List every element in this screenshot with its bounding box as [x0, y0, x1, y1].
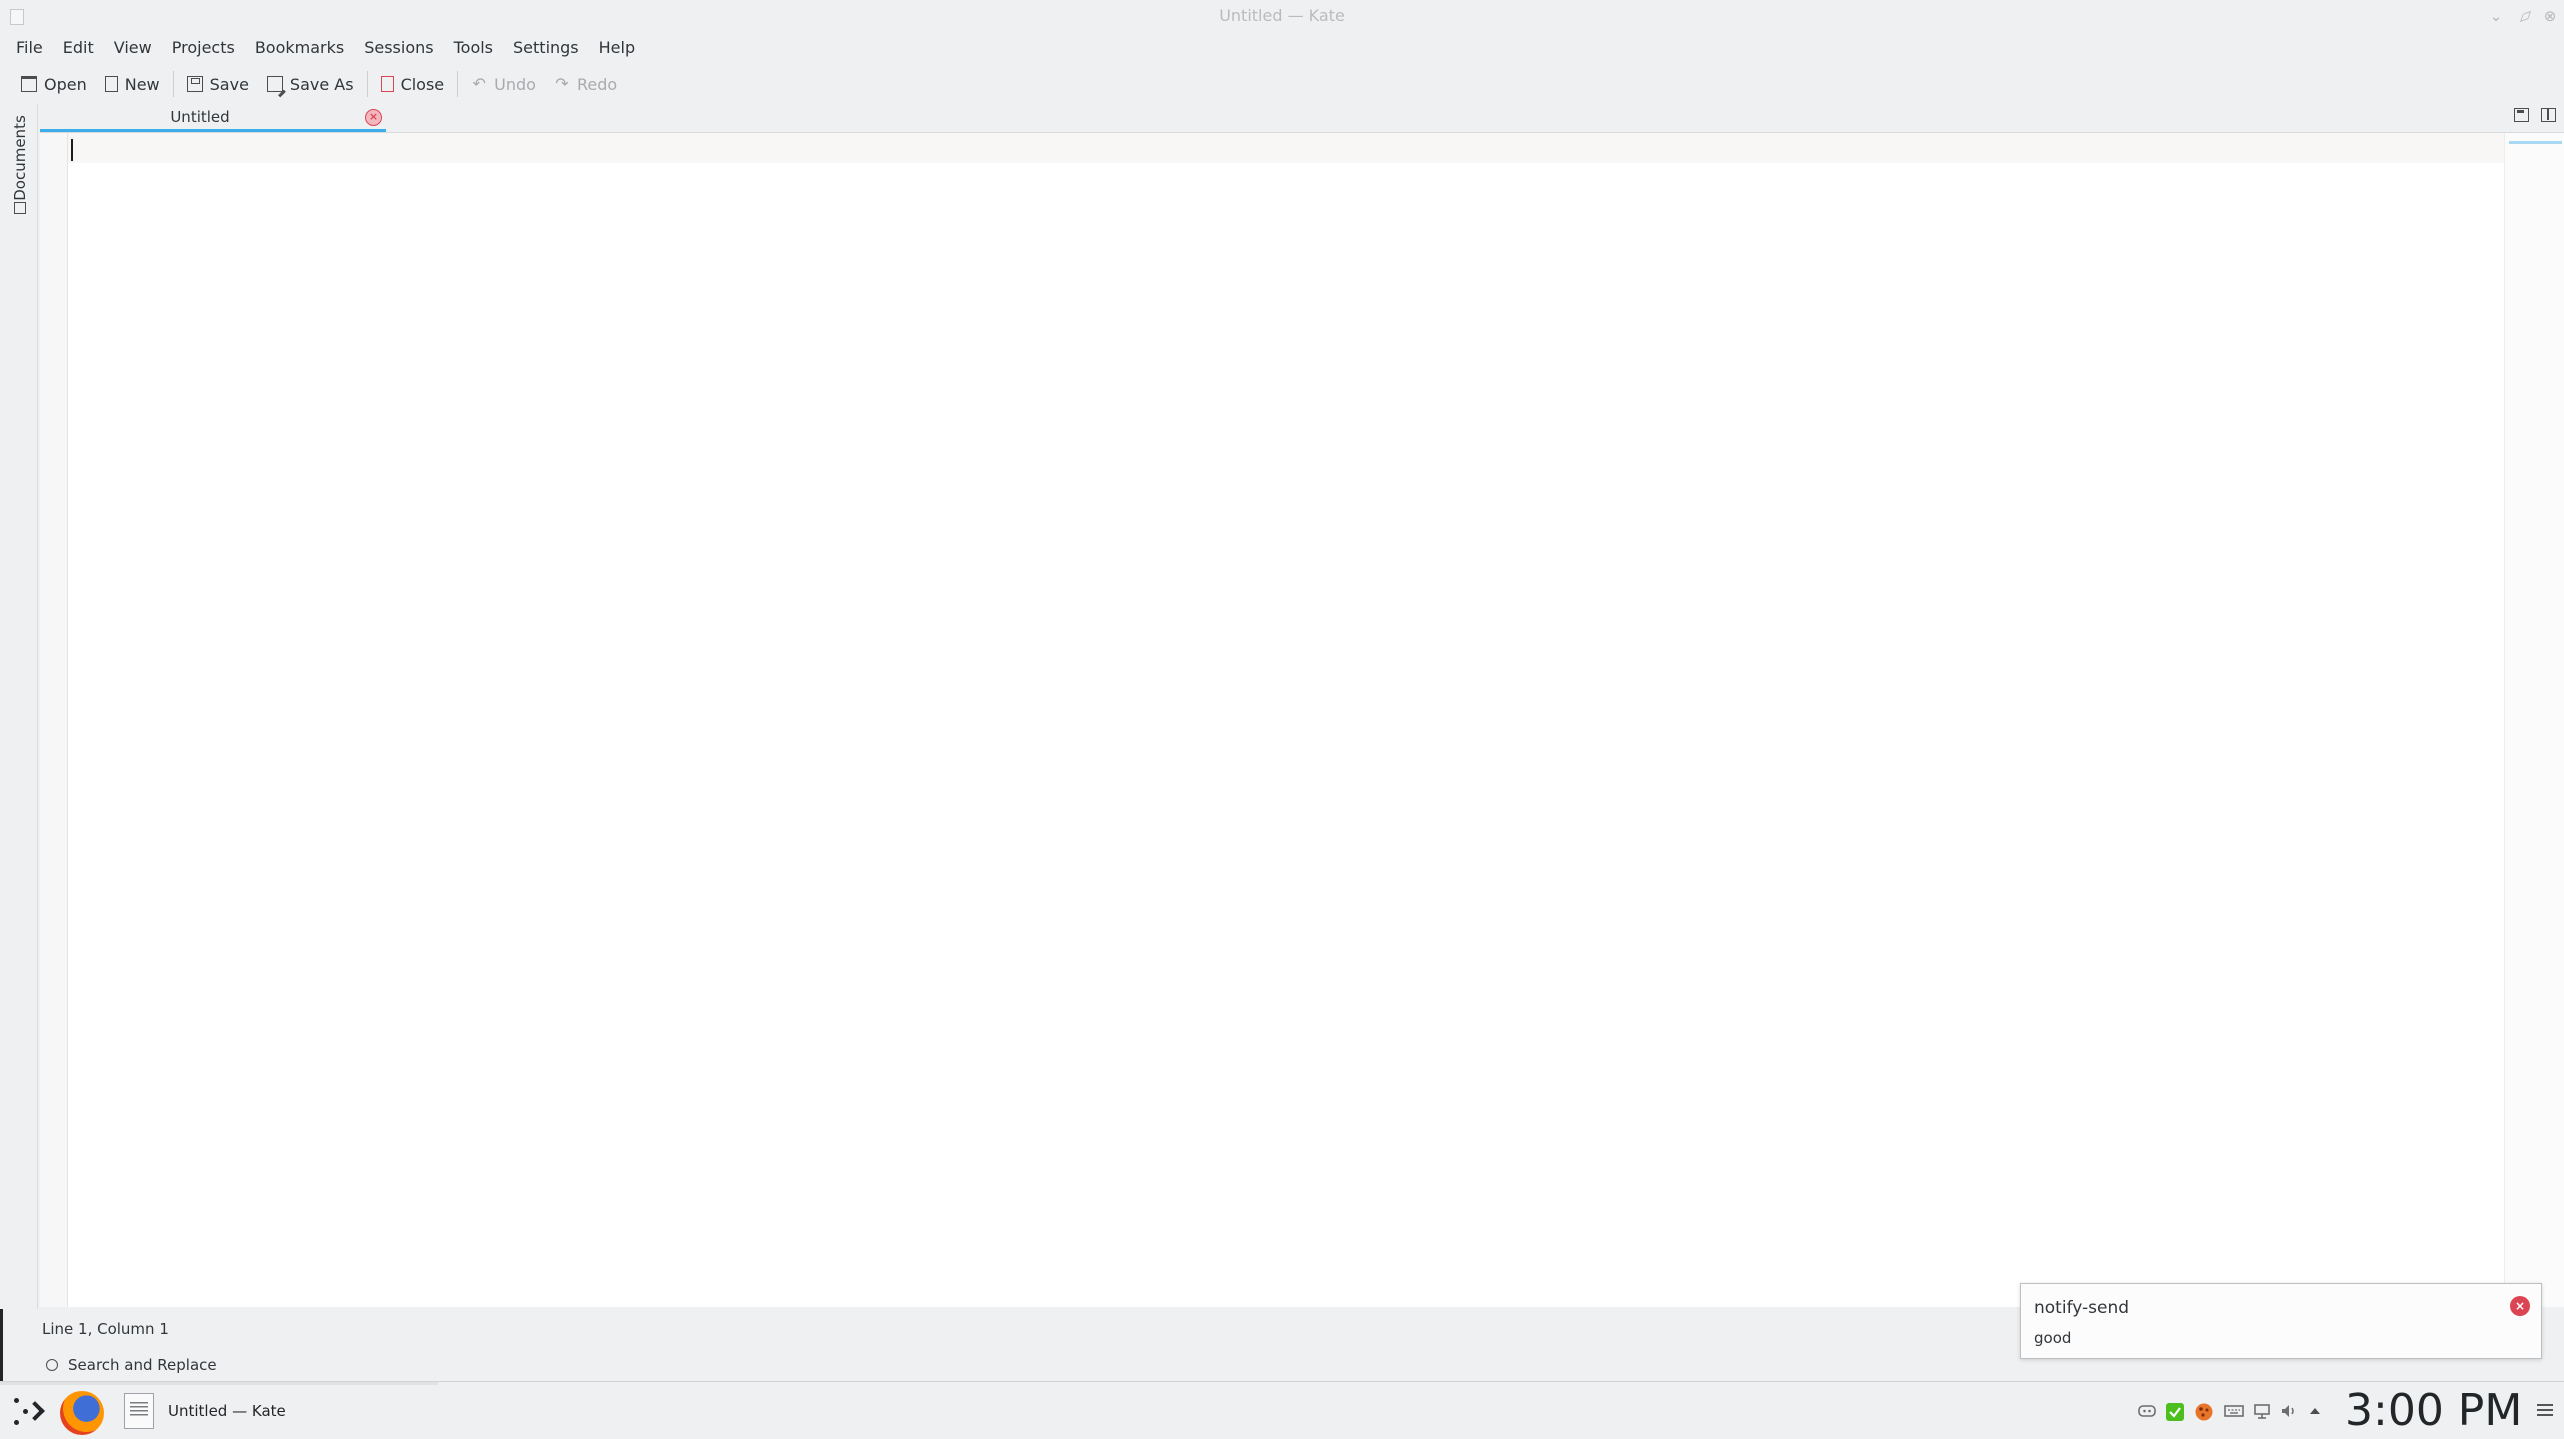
window-close-icon[interactable]: ⊗: [2540, 6, 2560, 26]
close-button[interactable]: Close: [372, 68, 454, 100]
tab-close-icon[interactable]: ×: [365, 109, 382, 126]
toolbar-separator: [457, 71, 459, 97]
close-button-label: Close: [400, 74, 445, 94]
open-button[interactable]: Open: [12, 68, 96, 100]
open-button-label: Open: [44, 74, 87, 94]
current-line-highlight: [68, 133, 2504, 163]
new-button[interactable]: New: [96, 68, 169, 100]
save-as-button[interactable]: Save As: [258, 68, 363, 100]
task-indicator-line: [0, 1382, 438, 1385]
clock[interactable]: 3:00 PM: [2345, 1385, 2522, 1436]
search-icon: [46, 1359, 58, 1371]
line-gutter: [40, 133, 68, 1307]
keyboard-icon[interactable]: [2224, 1403, 2244, 1419]
menu-settings[interactable]: Settings: [503, 34, 589, 62]
notification-popup[interactable]: notify-send good ×: [2020, 1283, 2542, 1359]
window-title: Untitled — Kate: [1219, 6, 1345, 25]
notification-body: good: [2034, 1329, 2072, 1347]
notification-close-icon[interactable]: ×: [2510, 1296, 2530, 1316]
launcher-dot: [14, 1398, 19, 1403]
toolbar-separator: [172, 71, 174, 97]
toolbar-separator: [366, 71, 368, 97]
task-label: Untitled — Kate: [168, 1402, 286, 1420]
save-as-icon: [266, 76, 283, 92]
sidebar-strip: [0, 104, 38, 1309]
menu-sessions[interactable]: Sessions: [354, 34, 443, 62]
volume-icon[interactable]: [2280, 1403, 2298, 1419]
split-view-icon[interactable]: [2541, 108, 2556, 122]
discord-icon[interactable]: [2138, 1403, 2156, 1419]
title-bar: Untitled — Kate ⌄ ◊ ⊗: [0, 0, 2564, 32]
close-icon: [380, 76, 394, 92]
application-launcher-icon[interactable]: [12, 1394, 48, 1430]
document-tab-bar: Untitled ×: [40, 104, 2564, 132]
save-button-label: Save: [209, 74, 249, 94]
save-as-button-label: Save As: [289, 74, 354, 94]
kate-icon: [124, 1393, 154, 1429]
text-cursor: [71, 139, 73, 161]
cursor-position[interactable]: Line 1, Column 1: [42, 1320, 169, 1338]
new-button-label: New: [124, 74, 160, 94]
notification-title: notify-send: [2034, 1298, 2130, 1318]
menu-bar: File Edit View Projects Bookmarks Sessio…: [0, 34, 2564, 62]
menu-edit[interactable]: Edit: [53, 34, 104, 62]
tab-untitled[interactable]: Untitled ×: [40, 104, 386, 132]
firefox-icon[interactable]: [60, 1391, 104, 1435]
panel-menu-icon[interactable]: [2537, 1404, 2553, 1416]
menu-file[interactable]: File: [6, 34, 53, 62]
checkmark-icon[interactable]: [2166, 1403, 2184, 1421]
new-icon: [104, 76, 118, 92]
redo-button-label: Redo: [576, 74, 618, 94]
undo-icon: ↶: [472, 74, 486, 93]
launcher-dot: [14, 1420, 19, 1425]
search-and-replace-label: Search and Replace: [68, 1356, 217, 1374]
tab-label: Untitled: [170, 108, 230, 126]
minimap-viewport[interactable]: [2509, 141, 2562, 144]
quick-open-icon[interactable]: [2514, 108, 2529, 122]
taskbar-task-kate[interactable]: Untitled — Kate: [116, 1387, 438, 1435]
main-toolbar: Open New Save Save As Close ↶ Undo ↷ Red…: [0, 66, 2564, 102]
save-button[interactable]: Save: [178, 68, 258, 100]
menu-view[interactable]: View: [104, 34, 162, 62]
text-editor[interactable]: [40, 132, 2564, 1307]
menu-projects[interactable]: Projects: [162, 34, 245, 62]
network-icon[interactable]: [2253, 1403, 2271, 1419]
redo-icon: ↷: [555, 74, 569, 93]
save-icon: [186, 76, 203, 92]
menu-tools[interactable]: Tools: [444, 34, 503, 62]
menu-bookmarks[interactable]: Bookmarks: [245, 34, 354, 62]
cookie-icon[interactable]: [2195, 1403, 2213, 1421]
launcher-arrow: [25, 1401, 45, 1421]
documents-sidebar-tab[interactable]: Documents: [9, 108, 31, 216]
open-icon: [21, 76, 37, 92]
undo-button[interactable]: ↶ Undo: [462, 68, 545, 100]
documents-tab-label: Documents: [11, 115, 29, 201]
undo-button-label: Undo: [494, 74, 536, 94]
redo-button[interactable]: ↷ Redo: [545, 68, 626, 100]
menu-help[interactable]: Help: [589, 34, 645, 62]
documents-icon: [14, 202, 26, 214]
tray-expand-icon[interactable]: [2308, 1403, 2326, 1419]
scrollbar-minimap[interactable]: [2504, 133, 2564, 1307]
minimize-icon[interactable]: ⌄: [2486, 6, 2506, 26]
